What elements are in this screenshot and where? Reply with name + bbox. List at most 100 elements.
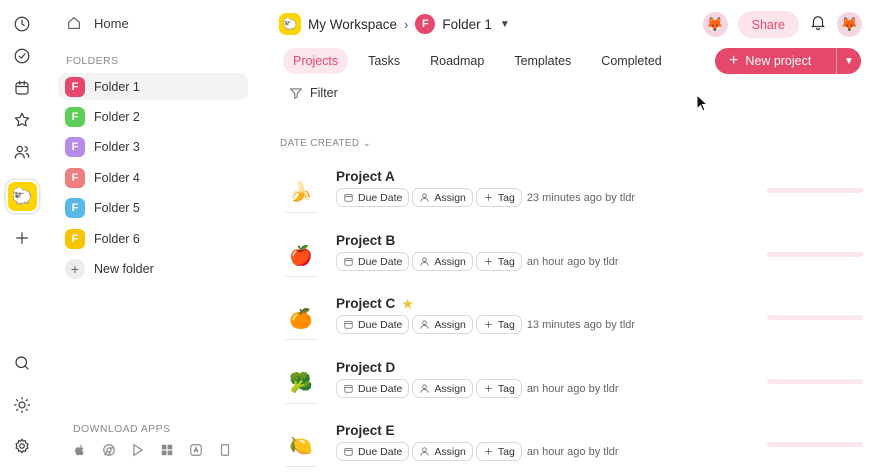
sidebar-item-folder-2[interactable]: F Folder 2: [58, 103, 248, 130]
sidebar-item-folder-5[interactable]: F Folder 5: [58, 194, 248, 221]
project-row[interactable]: 🍎 Project B Due Date Assign Tag an hour …: [283, 230, 873, 288]
sidebar-item-folder-6[interactable]: F Folder 6: [58, 225, 248, 252]
chrome-icon[interactable]: [101, 442, 117, 458]
calendar-icon: [344, 384, 353, 393]
sun-icon[interactable]: [11, 394, 33, 416]
sidebar-item-folder-3[interactable]: F Folder 3: [58, 133, 248, 160]
calendar-icon[interactable]: [11, 77, 33, 99]
project-chips: Due Date Assign Tag an hour ago by tldr: [336, 442, 619, 461]
chip-label: Tag: [497, 318, 515, 331]
apple-icon[interactable]: [72, 442, 88, 458]
check-circle-icon[interactable]: [11, 45, 33, 67]
app-store-icon[interactable]: [188, 442, 204, 458]
tag-chip[interactable]: Tag: [475, 252, 522, 271]
tab-tasks[interactable]: Tasks: [358, 48, 410, 74]
folder-badge: F: [65, 167, 85, 188]
project-emoji: 🍋: [289, 436, 313, 457]
folder-label: Folder 6: [94, 231, 140, 246]
chip-label: Due Date: [358, 382, 403, 395]
plus-icon[interactable]: [11, 227, 33, 249]
tab-completed[interactable]: Completed: [591, 48, 671, 74]
project-row[interactable]: 🍌 Project A Due Date Assign Tag 23 minut…: [283, 166, 873, 224]
workspace-switcher[interactable]: 🐑: [6, 180, 39, 213]
project-name: Project B: [336, 233, 396, 248]
chip-label: Assign: [434, 382, 466, 395]
new-folder-button[interactable]: + New folder: [58, 255, 248, 282]
assign-chip[interactable]: Assign: [412, 188, 473, 207]
search-icon[interactable]: [11, 352, 33, 374]
assign-chip[interactable]: Assign: [412, 252, 473, 271]
breadcrumb-folder[interactable]: Folder 1: [442, 17, 492, 32]
bell-icon[interactable]: [809, 13, 827, 36]
due-date-chip[interactable]: Due Date: [336, 315, 410, 334]
due-date-chip[interactable]: Due Date: [336, 252, 410, 271]
due-date-chip[interactable]: Due Date: [336, 379, 410, 398]
gear-icon[interactable]: [11, 435, 33, 457]
tag-chip[interactable]: Tag: [475, 188, 522, 207]
assign-chip[interactable]: Assign: [412, 442, 473, 461]
calendar-icon: [344, 447, 353, 456]
chevron-down-icon[interactable]: ▼: [837, 56, 861, 67]
project-emoji: 🥦: [289, 373, 313, 394]
chip-label: Assign: [434, 445, 466, 458]
chevron-down-icon: ⌄: [362, 138, 372, 149]
calendar-icon: [344, 193, 353, 202]
windows-icon[interactable]: [159, 442, 175, 458]
share-button[interactable]: Share: [737, 11, 799, 38]
project-title[interactable]: Project A: [336, 169, 395, 184]
sort-dropdown[interactable]: DATE CREATED ⌄: [280, 138, 371, 149]
project-emoji: 🍌: [289, 182, 313, 203]
project-row[interactable]: 🥦 Project D Due Date Assign Tag an hour …: [283, 357, 873, 415]
play-store-icon[interactable]: [130, 442, 146, 458]
download-apps-row: [72, 442, 233, 458]
folder-badge: F: [65, 136, 85, 157]
sort-label: DATE CREATED: [280, 138, 360, 149]
sidebar-item-home[interactable]: Home: [66, 13, 129, 33]
new-project-button[interactable]: + New project ▼: [715, 48, 861, 74]
folder-label: Folder 4: [94, 170, 140, 185]
chip-label: Assign: [434, 191, 466, 204]
project-name: Project C: [336, 296, 396, 311]
assign-chip[interactable]: Assign: [412, 315, 473, 334]
calendar-icon: [344, 320, 353, 329]
project-row[interactable]: 🍋 Project E Due Date Assign Tag an hour …: [283, 420, 873, 472]
emoji-underline: [285, 212, 317, 213]
avatar[interactable]: 🦊: [702, 12, 728, 37]
sidebar-item-folder-4[interactable]: F Folder 4: [58, 164, 248, 191]
due-date-chip[interactable]: Due Date: [336, 188, 410, 207]
due-date-chip[interactable]: Due Date: [336, 442, 410, 461]
assign-chip[interactable]: Assign: [412, 379, 473, 398]
chip-label: Tag: [497, 382, 515, 395]
emoji-underline: [285, 276, 317, 277]
tag-chip[interactable]: Tag: [475, 442, 522, 461]
tab-roadmap[interactable]: Roadmap: [420, 48, 494, 74]
progress-ghost: [767, 188, 863, 193]
plus-icon: +: [65, 258, 85, 279]
project-title[interactable]: Project B: [336, 233, 395, 248]
project-title[interactable]: Project E: [336, 423, 395, 438]
project-row[interactable]: 🍊 Project C ★ Due Date Assign Tag 13 minu…: [283, 293, 873, 351]
project-meta: 23 minutes ago by tldr: [526, 191, 636, 204]
folder-badge: F: [65, 76, 85, 97]
star-icon[interactable]: [11, 109, 33, 131]
tag-chip[interactable]: Tag: [475, 379, 522, 398]
filter-button[interactable]: Filter: [289, 86, 338, 100]
plus-icon: [485, 385, 492, 392]
sidebar-item-folder-1[interactable]: F Folder 1: [58, 73, 248, 100]
user-icon: [420, 447, 429, 456]
star-icon[interactable]: ★: [402, 297, 413, 311]
clock-icon[interactable]: [11, 13, 33, 35]
tab-projects[interactable]: Projects: [283, 48, 349, 74]
chevron-down-icon[interactable]: ▼: [500, 19, 510, 30]
tab-templates[interactable]: Templates: [504, 48, 581, 74]
new-folder-label: New folder: [94, 261, 154, 276]
user-icon: [420, 384, 429, 393]
project-title[interactable]: Project D: [336, 360, 395, 375]
tag-chip[interactable]: Tag: [475, 315, 522, 334]
project-title[interactable]: Project C ★: [336, 296, 413, 311]
users-icon[interactable]: [11, 141, 33, 163]
project-emoji: 🍊: [289, 309, 313, 330]
user-avatar[interactable]: 🦊: [837, 12, 862, 37]
breadcrumb-workspace[interactable]: My Workspace: [308, 17, 397, 32]
mobile-icon[interactable]: [217, 442, 233, 458]
